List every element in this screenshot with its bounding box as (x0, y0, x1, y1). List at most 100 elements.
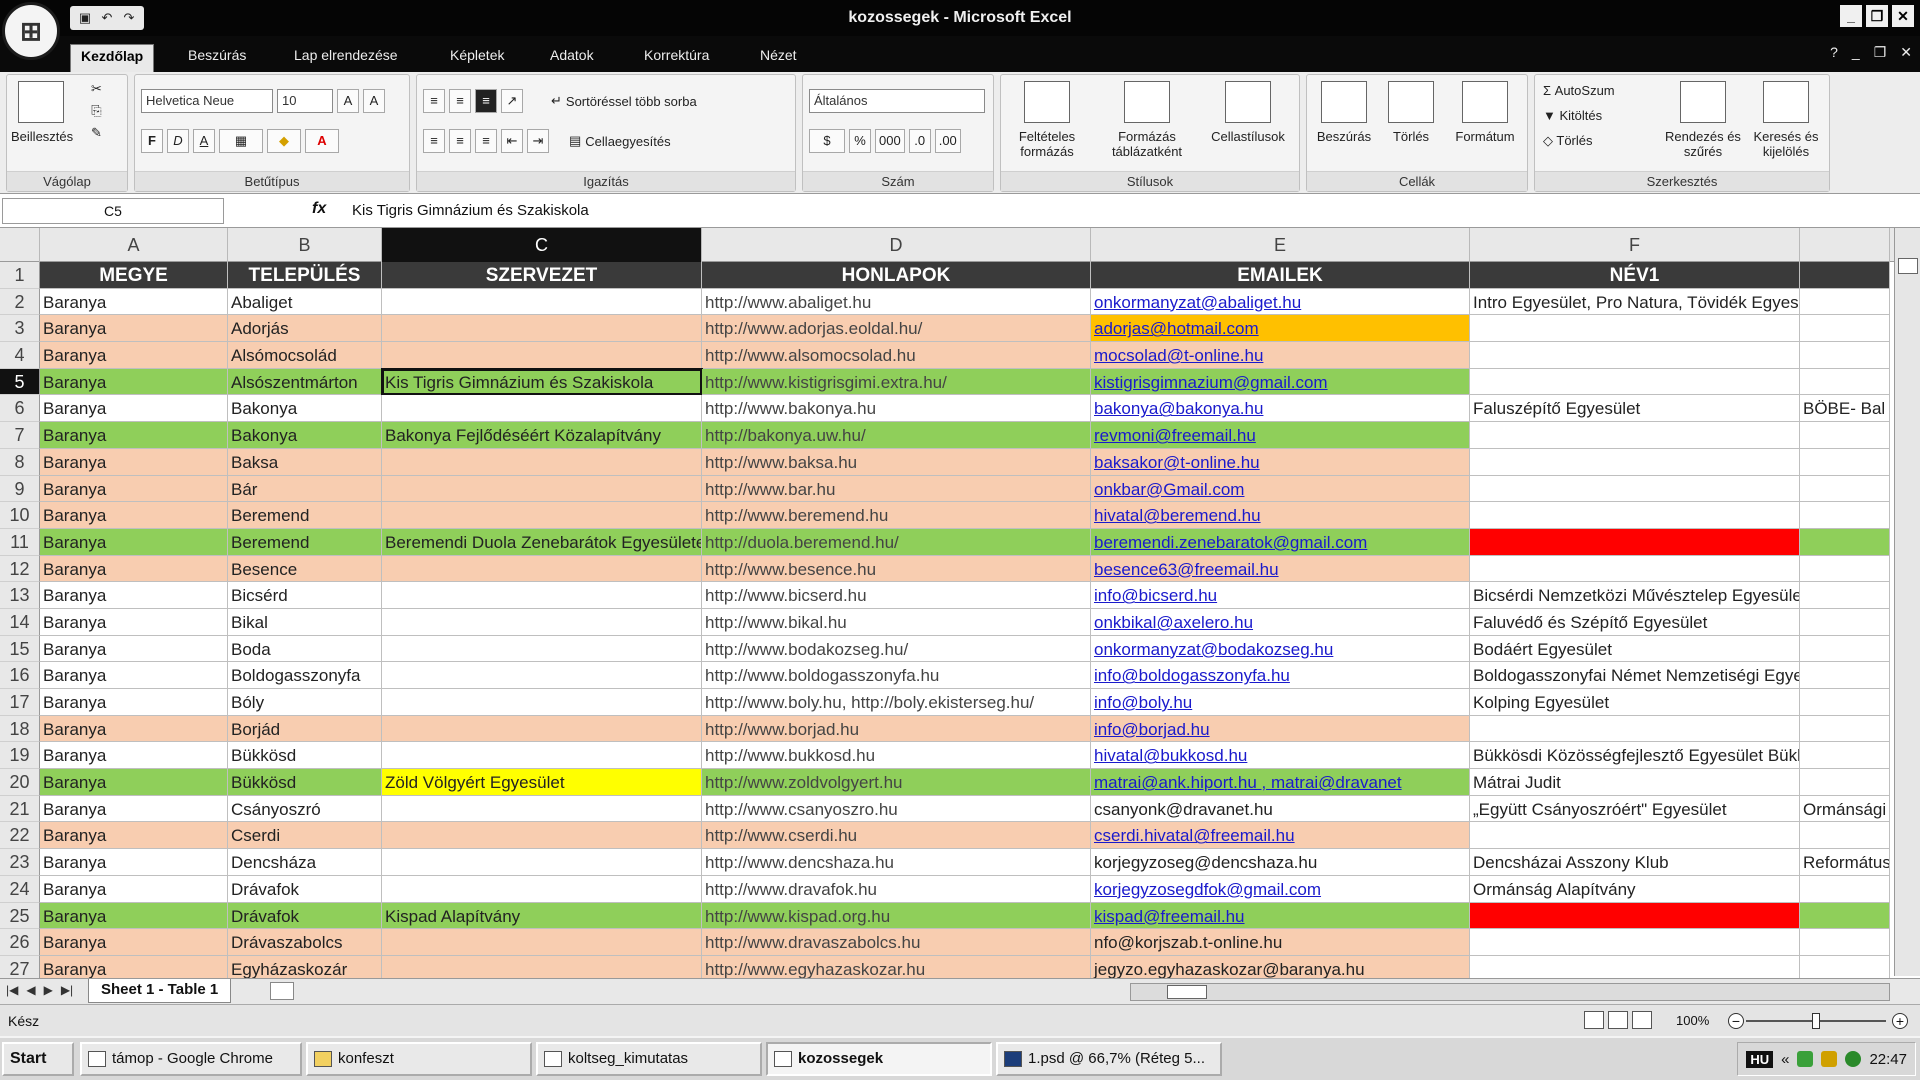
task-excel-2[interactable]: kozossegek (766, 1042, 992, 1076)
cell-b[interactable]: Egyházaskozár (228, 955, 382, 978)
cell-d[interactable]: http://www.besence.hu (702, 555, 1091, 583)
vertical-scrollbar[interactable] (1894, 228, 1920, 976)
cell-g[interactable] (1800, 315, 1890, 343)
cell-b[interactable]: Bóly (228, 689, 382, 716)
cell-a[interactable]: Baranya (40, 528, 228, 556)
cell-b[interactable]: Bakonya (228, 395, 382, 423)
help-icon[interactable]: ? (1830, 44, 1838, 61)
column-header-f[interactable]: F (1470, 228, 1800, 262)
cell-a[interactable]: Baranya (40, 689, 228, 716)
cell-b[interactable]: Beremend (228, 528, 382, 556)
start-button[interactable]: Start (2, 1042, 74, 1076)
clear-button[interactable]: ◇ Törlés (1543, 133, 1593, 149)
last-sheet-icon[interactable]: ▶| (61, 983, 73, 997)
tab-formulas[interactable]: Képletek (440, 44, 514, 72)
cell-d[interactable]: http://www.dravaszabolcs.hu (702, 929, 1091, 956)
update-icon[interactable] (1845, 1051, 1862, 1067)
cell-e[interactable]: mocsolad@t-online.hu (1091, 342, 1470, 369)
tab-insert[interactable]: Beszúrás (178, 44, 256, 72)
cell-d[interactable]: http://www.bodakozseg.hu/ (702, 635, 1091, 663)
header-cell[interactable]: SZERVEZET (382, 262, 702, 289)
row-header[interactable]: 18 (0, 715, 40, 743)
paste-button[interactable]: Beillesztés (11, 81, 73, 144)
cell-c[interactable] (382, 742, 702, 770)
cell-d[interactable]: http://www.bar.hu (702, 475, 1091, 503)
row-header[interactable]: 1 (0, 262, 40, 289)
fill-button[interactable]: ▼ Kitöltés (1543, 108, 1602, 123)
shrink-font-button[interactable]: A (363, 89, 385, 113)
cell-b[interactable]: Drávafok (228, 875, 382, 903)
cell-c[interactable] (382, 608, 702, 636)
cell-e[interactable]: info@borjad.hu (1091, 715, 1470, 743)
clock[interactable]: 22:47 (1869, 1051, 1907, 1068)
cell-b[interactable]: Dencsháza (228, 849, 382, 876)
cell-b[interactable]: Bakonya (228, 422, 382, 449)
cell-a[interactable]: Baranya (40, 555, 228, 583)
cell-g[interactable] (1800, 368, 1890, 396)
cell-d[interactable]: http://www.kispad.org.hu (702, 902, 1091, 930)
cell-c[interactable] (382, 795, 702, 823)
tab-review[interactable]: Korrektúra (634, 44, 719, 72)
cell-a[interactable]: Baranya (40, 288, 228, 316)
borders-icon[interactable]: ▦ (219, 129, 263, 153)
cell-c[interactable] (382, 555, 702, 583)
underline-button[interactable]: A (193, 129, 215, 153)
cell-f[interactable] (1470, 715, 1800, 743)
thousands-icon[interactable]: 000 (875, 129, 905, 153)
align-left-icon[interactable]: ≡ (423, 129, 445, 153)
zoom-slider[interactable]: − + (1728, 1013, 1908, 1029)
cell-g[interactable]: Református (1800, 849, 1890, 876)
font-color-icon[interactable]: A (305, 129, 339, 153)
zoom-knob[interactable] (1812, 1013, 1820, 1029)
cell-c[interactable] (382, 849, 702, 876)
cell-e[interactable]: hivatal@bukkosd.hu (1091, 742, 1470, 770)
cell-f[interactable] (1470, 822, 1800, 850)
zoom-level[interactable]: 100% (1676, 1013, 1709, 1028)
formula-input[interactable]: Kis Tigris Gimnázium és Szakiskola (352, 202, 589, 219)
cell-e[interactable]: csanyonk@dravanet.hu (1091, 795, 1470, 823)
office-button[interactable]: ⊞ (2, 2, 60, 60)
page-break-view-icon[interactable] (1632, 1011, 1652, 1029)
cell-e[interactable]: cserdi.hivatal@freemail.hu (1091, 822, 1470, 850)
cell-a[interactable]: Baranya (40, 795, 228, 823)
task-excel-1[interactable]: koltseg_kimutatas (536, 1042, 762, 1076)
cell-g[interactable] (1800, 769, 1890, 796)
row-header[interactable]: 14 (0, 608, 40, 636)
column-header-a[interactable]: A (40, 228, 228, 262)
sort-filter-button[interactable]: Rendezés és szűrés (1663, 81, 1743, 159)
cell-g[interactable] (1800, 929, 1890, 956)
increase-indent-icon[interactable]: ⇥ (527, 129, 549, 153)
cell-c[interactable] (382, 635, 702, 663)
cell-c[interactable] (382, 448, 702, 476)
cell-e[interactable]: jegyzo.egyhazaskozar@baranya.hu (1091, 955, 1470, 978)
cell-b[interactable]: Alsószentmárton (228, 368, 382, 396)
grow-font-button[interactable]: A (337, 89, 359, 113)
cell-a[interactable]: Baranya (40, 448, 228, 476)
cell-styles-button[interactable]: Cellastílusok (1201, 81, 1295, 144)
cell-a[interactable]: Baranya (40, 368, 228, 396)
cell-g[interactable] (1800, 715, 1890, 743)
cell-g[interactable] (1800, 582, 1890, 609)
prev-sheet-icon[interactable]: ◀ (26, 983, 35, 997)
cell-a[interactable]: Baranya (40, 395, 228, 423)
header-cell[interactable]: TELEPÜLÉS (228, 262, 382, 289)
font-size-select[interactable]: 10 (277, 89, 333, 113)
cell-g[interactable] (1800, 822, 1890, 850)
normal-view-icon[interactable] (1584, 1011, 1604, 1029)
cell-c[interactable] (382, 955, 702, 978)
cell-e[interactable]: nfo@korjszab.t-online.hu (1091, 929, 1470, 956)
maximize-button[interactable]: ❐ (1866, 5, 1888, 27)
cut-icon[interactable]: ✂ (91, 81, 102, 97)
wrap-text-button[interactable]: Sortöréssel több sorba (566, 94, 697, 109)
hscroll-thumb[interactable] (1167, 985, 1207, 999)
cell-g[interactable] (1800, 422, 1890, 449)
cell-f[interactable]: Faluszépítő Egyesület (1470, 395, 1800, 423)
header-cell[interactable] (1800, 262, 1890, 289)
cell-e[interactable]: onkbikal@axelero.hu (1091, 608, 1470, 636)
row-header[interactable]: 17 (0, 689, 40, 716)
cell-d[interactable]: http://www.egyhazaskozar.hu (702, 955, 1091, 978)
tab-page-layout[interactable]: Lap elrendezése (284, 44, 408, 72)
cell-a[interactable]: Baranya (40, 662, 228, 689)
tab-home[interactable]: Kezdőlap (70, 44, 155, 72)
autosum-button[interactable]: Σ AutoSzum (1543, 83, 1615, 98)
